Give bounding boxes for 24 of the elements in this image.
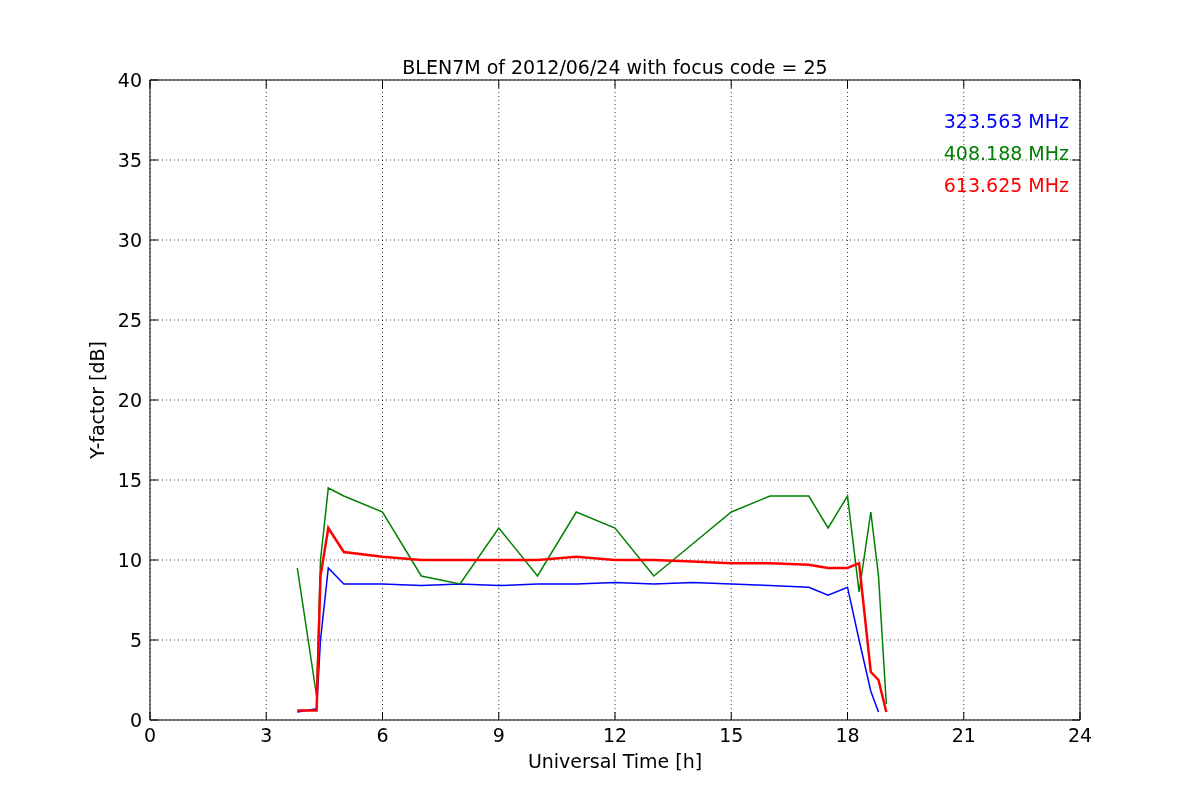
x-tick-label: 18: [835, 724, 860, 746]
x-axis-label: Universal Time [h]: [527, 750, 703, 772]
x-tick-label: 3: [260, 724, 273, 746]
y-tick-label: 40: [117, 69, 142, 91]
y-tick-label: 20: [117, 389, 142, 411]
x-tick-label: 15: [719, 724, 744, 746]
y-tick-label: 0: [129, 709, 142, 731]
y-tick-label: 10: [117, 549, 142, 571]
y-tick-label: 30: [117, 229, 142, 251]
y-tick-label: 5: [129, 629, 142, 651]
x-tick-label: 24: [1067, 724, 1093, 746]
x-tick-label: 0: [143, 724, 157, 746]
legend-label: 323.563 MHz: [943, 110, 1069, 132]
x-tick-label: 21: [951, 724, 976, 746]
chart-title: BLEN7M of 2012/06/24 with focus code = 25: [402, 56, 828, 78]
x-tick-label: 9: [492, 724, 505, 746]
y-tick-label: 25: [117, 309, 142, 331]
legend-label: 613.625 MHz: [943, 174, 1069, 196]
legend-label: 408.188 MHz: [943, 142, 1069, 164]
x-tick-label: 6: [376, 724, 389, 746]
x-tick-label: 12: [602, 724, 628, 746]
y-tick-label: 35: [117, 149, 142, 171]
y-axis-label: Y-factor [dB]: [86, 341, 108, 459]
y-tick-label: 15: [117, 469, 142, 491]
